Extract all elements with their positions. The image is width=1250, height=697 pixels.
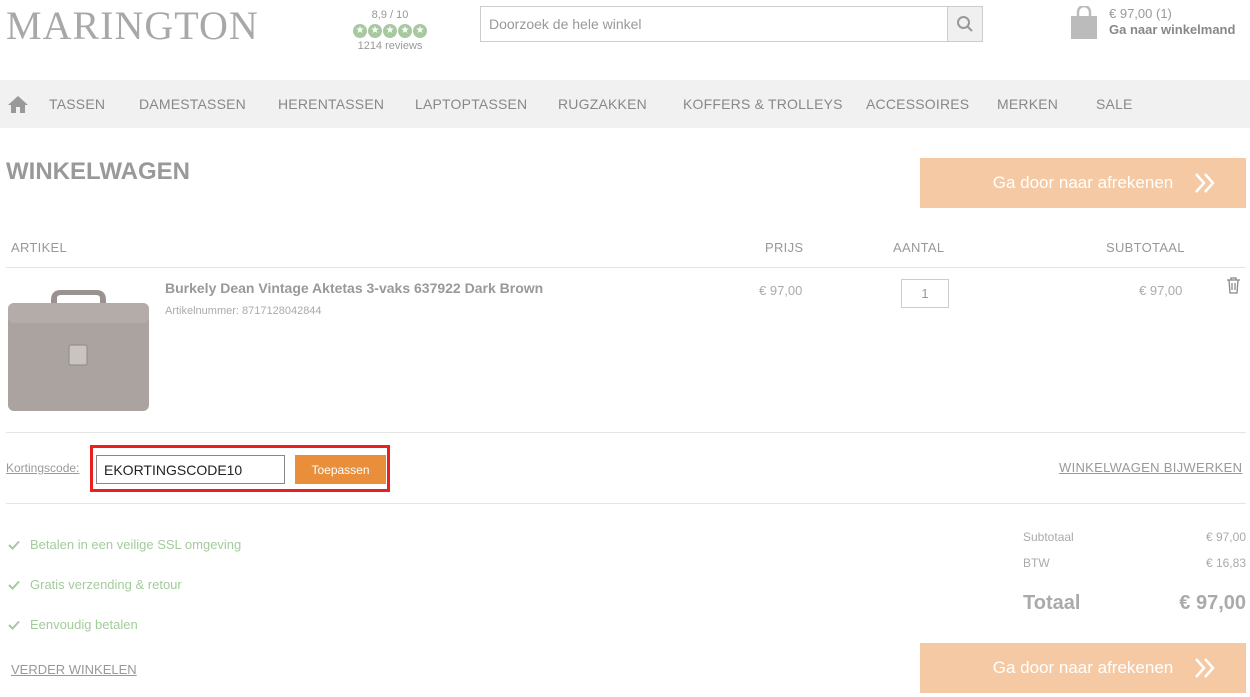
mini-cart[interactable]: € 97,00 (1) Ga naar winkelmand: [1069, 6, 1235, 40]
checkout-button-top[interactable]: Ga door naar afrekenen: [920, 158, 1246, 208]
column-header-prijs: PRIJS: [765, 240, 804, 255]
usp-item: Betalen in een veilige SSL omgeving: [8, 537, 241, 552]
search-icon: [957, 16, 973, 32]
product-price: € 97,00: [759, 283, 803, 298]
search-input[interactable]: [481, 7, 947, 41]
cart-amount: € 97,00 (1): [1109, 6, 1172, 21]
usp-item: Eenvoudig betalen: [8, 617, 138, 632]
double-chevron-right-icon: [1195, 173, 1215, 193]
update-cart-link[interactable]: WINKELWAGEN BIJWERKEN: [1059, 460, 1242, 475]
checkout-label: Ga door naar afrekenen: [992, 658, 1174, 677]
rating-score: 8,9 / 10: [371, 9, 409, 21]
product-name[interactable]: Burkely Dean Vintage Aktetas 3-vaks 6379…: [165, 280, 543, 296]
rating-widget[interactable]: 8,9 / 10 ★ ★ ★ ★ ★ 1214 reviews: [350, 9, 430, 52]
column-header-subtotaal: SUBTOTAAL: [1106, 240, 1185, 255]
usp-label: Betalen in een veilige SSL omgeving: [30, 537, 242, 552]
divider: [6, 432, 1246, 433]
search-button[interactable]: [947, 7, 982, 41]
search-bar: [480, 6, 983, 42]
checkout-label: Ga door naar afrekenen: [992, 173, 1174, 192]
usp-item: Gratis verzending & retour: [8, 577, 182, 592]
tax-value: € 16,83: [1205, 556, 1246, 570]
subtotal-value: € 97,00: [1205, 530, 1246, 544]
quantity-input[interactable]: [901, 279, 949, 308]
usp-label: Gratis verzending & retour: [30, 577, 182, 592]
rating-stars: ★ ★ ★ ★ ★: [350, 24, 430, 38]
apply-coupon-button[interactable]: Toepassen: [295, 455, 386, 484]
continue-shopping-link[interactable]: VERDER WINKELEN: [11, 662, 137, 677]
coupon-input[interactable]: [96, 455, 285, 484]
store-logo[interactable]: MARINGTON: [6, 2, 259, 49]
star-icon: ★: [398, 24, 412, 38]
main-navigation: TASSEN DAMESTASSEN HERENTASSEN LAPTOPTAS…: [0, 80, 1250, 128]
nav-item-laptoptassen[interactable]: LAPTOPTASSEN: [415, 96, 527, 112]
nav-item-sale[interactable]: SALE: [1096, 96, 1133, 112]
double-chevron-right-icon: [1195, 658, 1215, 678]
column-header-aantal: AANTAL: [893, 240, 945, 255]
trash-icon[interactable]: [1226, 277, 1241, 294]
nav-item-accessoires[interactable]: ACCESSOIRES: [866, 96, 969, 112]
coupon-label[interactable]: Kortingscode:: [6, 461, 79, 475]
nav-item-tassen[interactable]: TASSEN: [49, 96, 105, 112]
star-icon: ★: [413, 24, 427, 38]
rating-reviews: 1214 reviews: [357, 40, 423, 52]
usp-label: Eenvoudig betalen: [30, 617, 138, 632]
star-icon: ★: [368, 24, 382, 38]
checkout-button-bottom[interactable]: Ga door naar afrekenen: [920, 643, 1246, 693]
row-subtotal: € 97,00: [1139, 283, 1183, 298]
home-icon[interactable]: [7, 94, 29, 114]
star-icon: ★: [383, 24, 397, 38]
nav-item-koffers-trolleys[interactable]: KOFFERS & TROLLEYS: [683, 96, 843, 112]
checkmark-icon: [8, 580, 20, 590]
subtotal-label: Subtotaal: [1023, 530, 1074, 544]
divider: [6, 503, 1246, 504]
product-sku: Artikelnummer: 8717128042844: [165, 305, 322, 317]
total-value: € 97,00: [1179, 592, 1246, 614]
shopping-bag-icon: [1071, 6, 1097, 39]
nav-item-damestassen[interactable]: DAMESTASSEN: [139, 96, 246, 112]
cart-link[interactable]: Ga naar winkelmand: [1109, 22, 1235, 37]
nav-item-herentassen[interactable]: HERENTASSEN: [278, 96, 384, 112]
product-image[interactable]: [6, 285, 151, 413]
checkmark-icon: [8, 540, 20, 550]
star-icon: ★: [353, 24, 367, 38]
nav-item-merken[interactable]: MERKEN: [997, 96, 1058, 112]
column-header-artikel: ARTIKEL: [11, 240, 68, 255]
divider: [6, 267, 1246, 268]
nav-item-rugzakken[interactable]: RUGZAKKEN: [558, 96, 647, 112]
total-label: Totaal: [1023, 592, 1081, 614]
checkmark-icon: [8, 620, 20, 630]
tax-label: BTW: [1023, 556, 1050, 570]
page-title: WINKELWAGEN: [6, 158, 190, 185]
